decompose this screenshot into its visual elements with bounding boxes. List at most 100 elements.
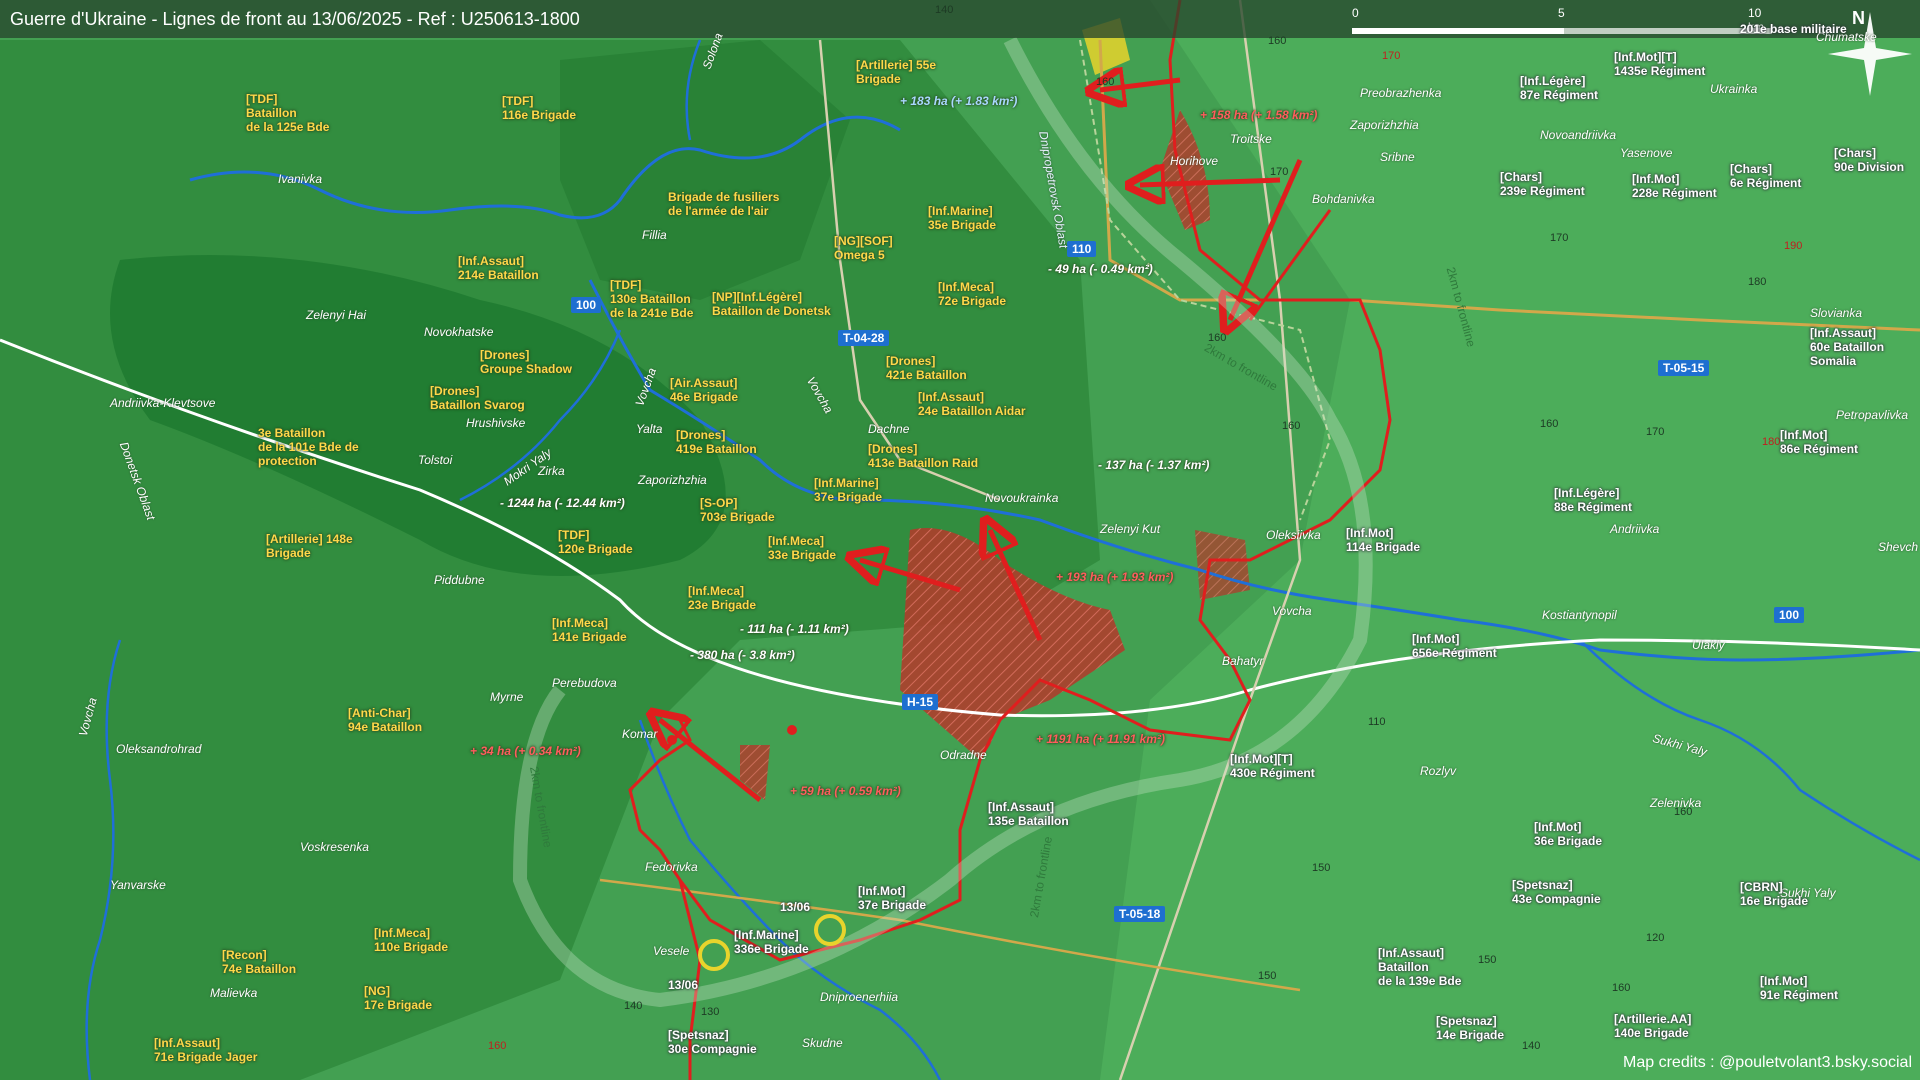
elevation-label: 110 <box>1368 716 1386 728</box>
unit-label-ua: [TDF] 130e Bataillon de la 241e Bde <box>610 278 694 320</box>
town-label: Ulakly <box>1692 638 1725 652</box>
unit-label-ua: [NP][Inf.Légère] Bataillon de Donetsk <box>712 290 831 318</box>
town-label: Odradne <box>940 748 987 762</box>
unit-label-ru: [Inf.Mot] 228e Régiment <box>1632 172 1717 200</box>
town-label: Novoukrainka <box>985 491 1059 505</box>
scale-bar: 0 5 10 km <box>1352 6 1772 40</box>
town-label: Dachne <box>868 422 910 436</box>
area-change-label: - 1244 ha (- 12.44 km²) <box>500 496 625 510</box>
elevation-label: 170 <box>1382 50 1401 62</box>
unit-label-ru: [Spetsnaz] 43e Compagnie <box>1512 878 1601 906</box>
road-badge: T-04-28 <box>838 330 890 346</box>
town-label: Preobrazhenka <box>1360 86 1442 100</box>
area-change-label: - 111 ha (- 1.11 km²) <box>740 622 849 636</box>
unit-label-ru: [Inf.Marine] 336e Brigade <box>734 928 809 956</box>
unit-label-ru: [Inf.Mot][T] 430e Régiment <box>1230 752 1315 780</box>
town-label: Oleksandrohrad <box>116 742 202 756</box>
elevation-label: 160 <box>488 1040 507 1052</box>
town-label: Zirka <box>538 464 565 478</box>
elevation-label: 140 <box>935 4 954 16</box>
scale-label-0: 0 <box>1352 6 1359 20</box>
area-change-label: + 158 ha (+ 1.58 km²) <box>1200 108 1318 122</box>
town-label: Zaporizhzhia <box>638 473 707 487</box>
unit-label-ru: [Inf.Légère] 87e Régiment <box>1520 74 1599 102</box>
unit-label-ru: [Inf.Légère] 88e Régiment <box>1554 486 1633 514</box>
area-change-label: + 193 ha (+ 1.93 km²) <box>1056 570 1174 584</box>
town-label: Myrne <box>490 690 524 704</box>
town-label: Yalta <box>636 422 663 436</box>
unit-label-ru: [Spetsnaz] 14e Brigade <box>1436 1014 1505 1042</box>
unit-label-ru: 201e base militaire <box>1740 22 1847 36</box>
map-credits: Map credits : @pouletvolant3.bsky.social <box>1623 1054 1912 1071</box>
incident-marker <box>787 725 797 735</box>
unit-label-ru: [Chars] 6e Régiment <box>1730 162 1802 190</box>
area-change-label: + 183 ha (+ 1.83 km²) <box>900 94 1018 108</box>
elevation-label: 150 <box>1312 862 1331 874</box>
elevation-label: 170 <box>1646 426 1665 438</box>
elevation-label: 160 <box>1540 418 1559 430</box>
elevation-label: 130 <box>701 1006 720 1018</box>
town-label: Troitske <box>1230 132 1272 146</box>
unit-label-ua: 3e Bataillon de la 101e Bde de protectio… <box>258 426 359 468</box>
town-label: Petropavlivka <box>1836 408 1909 422</box>
unit-label-ua: [Inf.Meca] 72e Brigade <box>938 280 1007 308</box>
unit-label-ua: [Drones] Bataillon Svarog <box>430 384 525 412</box>
unit-label-ru: [Inf.Mot] 114e Brigade <box>1346 526 1421 554</box>
town-label: Malievka <box>210 986 258 1000</box>
unit-label-ua: [Inf.Marine] 35e Brigade <box>928 204 997 232</box>
russian-advance-area-3 <box>1195 530 1250 600</box>
town-label: Zelenyi Kut <box>1100 522 1161 536</box>
unit-label-ru: [Artillerie.AA] 140e Brigade <box>1614 1012 1692 1040</box>
compass-north: N <box>1852 8 1865 28</box>
town-label: Zelenyi Hai <box>306 308 367 322</box>
unit-label-ru: [CBRN] 16e Brigade <box>1740 880 1809 908</box>
road-badge: 100 <box>571 297 602 313</box>
unit-label-ru: [Inf.Mot] 91e Régiment <box>1760 974 1839 1002</box>
town-label: Ukrainka <box>1710 82 1758 96</box>
unit-label-ua: [Inf.Marine] 37e Brigade <box>814 476 883 504</box>
unit-label-ru: [Inf.Mot][T] 1435e Régiment <box>1614 50 1706 78</box>
unit-label-ru: [Spetsnaz] 30e Compagnie <box>668 1028 757 1056</box>
road-badge: 110 <box>1067 241 1097 257</box>
elevation-label: 170 <box>1550 232 1569 244</box>
town-label: Andriivka-Klevtsove <box>110 396 216 410</box>
unit-label-ru: [Inf.Assaut] 135e Bataillon <box>988 800 1069 828</box>
town-label: Dniproenerhiia <box>820 990 899 1004</box>
town-label: Sribne <box>1380 150 1415 164</box>
incident-marker <box>667 735 677 745</box>
unit-label-ru: [Chars] 90e Division <box>1834 146 1905 174</box>
unit-label-ua: [Inf.Meca] 23e Brigade <box>688 584 757 612</box>
unit-label-ru: [Inf.Mot] 656e Régiment <box>1412 632 1497 660</box>
area-change-label: + 59 ha (+ 0.59 km²) <box>790 784 901 798</box>
unit-label-ua: [Drones] 419e Bataillon <box>676 428 757 456</box>
area-change-label: - 380 ha (- 3.8 km²) <box>690 648 795 662</box>
unit-label-ua: [TDF] Bataillon de la 125e Bde <box>246 92 330 134</box>
unit-label-ua: [Air.Assaut] 46e Brigade <box>670 376 739 404</box>
unit-label-ua: Brigade de fusiliers de l'armée de l'air <box>668 190 780 218</box>
town-label: Oleksiivka <box>1266 528 1321 542</box>
unit-label-ua: [Inf.Meca] 110e Brigade <box>374 926 449 954</box>
town-label: Andriivka <box>1610 522 1660 536</box>
town-label: Horihove <box>1170 154 1219 168</box>
town-label: Zelenivka <box>1650 796 1702 810</box>
town-label: Yanvarske <box>110 878 166 892</box>
elevation-label: 160 <box>1282 420 1301 432</box>
elevation-label: 180 <box>1748 276 1767 288</box>
date-label: 13/06 <box>780 900 811 914</box>
unit-label-ua: [Recon] 74e Bataillon <box>222 948 297 976</box>
unit-label-ua: [Drones] 413e Bataillon Raid <box>868 442 979 470</box>
unit-label-ua: [Anti-Char] 94e Bataillon <box>348 706 423 734</box>
town-label: Kostiantynopil <box>1542 608 1617 622</box>
elevation-label: 180 <box>1762 436 1781 448</box>
road-badge: H-15 <box>902 694 939 710</box>
town-label: Rozlyv <box>1420 764 1457 778</box>
elevation-label: 150 <box>1478 954 1497 966</box>
area-change-label: - 137 ha (- 1.37 km²) <box>1098 458 1210 472</box>
town-label: Perebudova <box>552 676 617 690</box>
scale-segment-1 <box>1352 28 1564 34</box>
area-change-label: + 34 ha (+ 0.34 km²) <box>470 744 581 758</box>
town-label: Tolstoi <box>418 453 453 467</box>
date-label: 13/06 <box>668 978 699 992</box>
north-arrow-icon <box>1828 12 1912 96</box>
unit-label-ua: [TDF] 116e Brigade <box>502 94 577 122</box>
